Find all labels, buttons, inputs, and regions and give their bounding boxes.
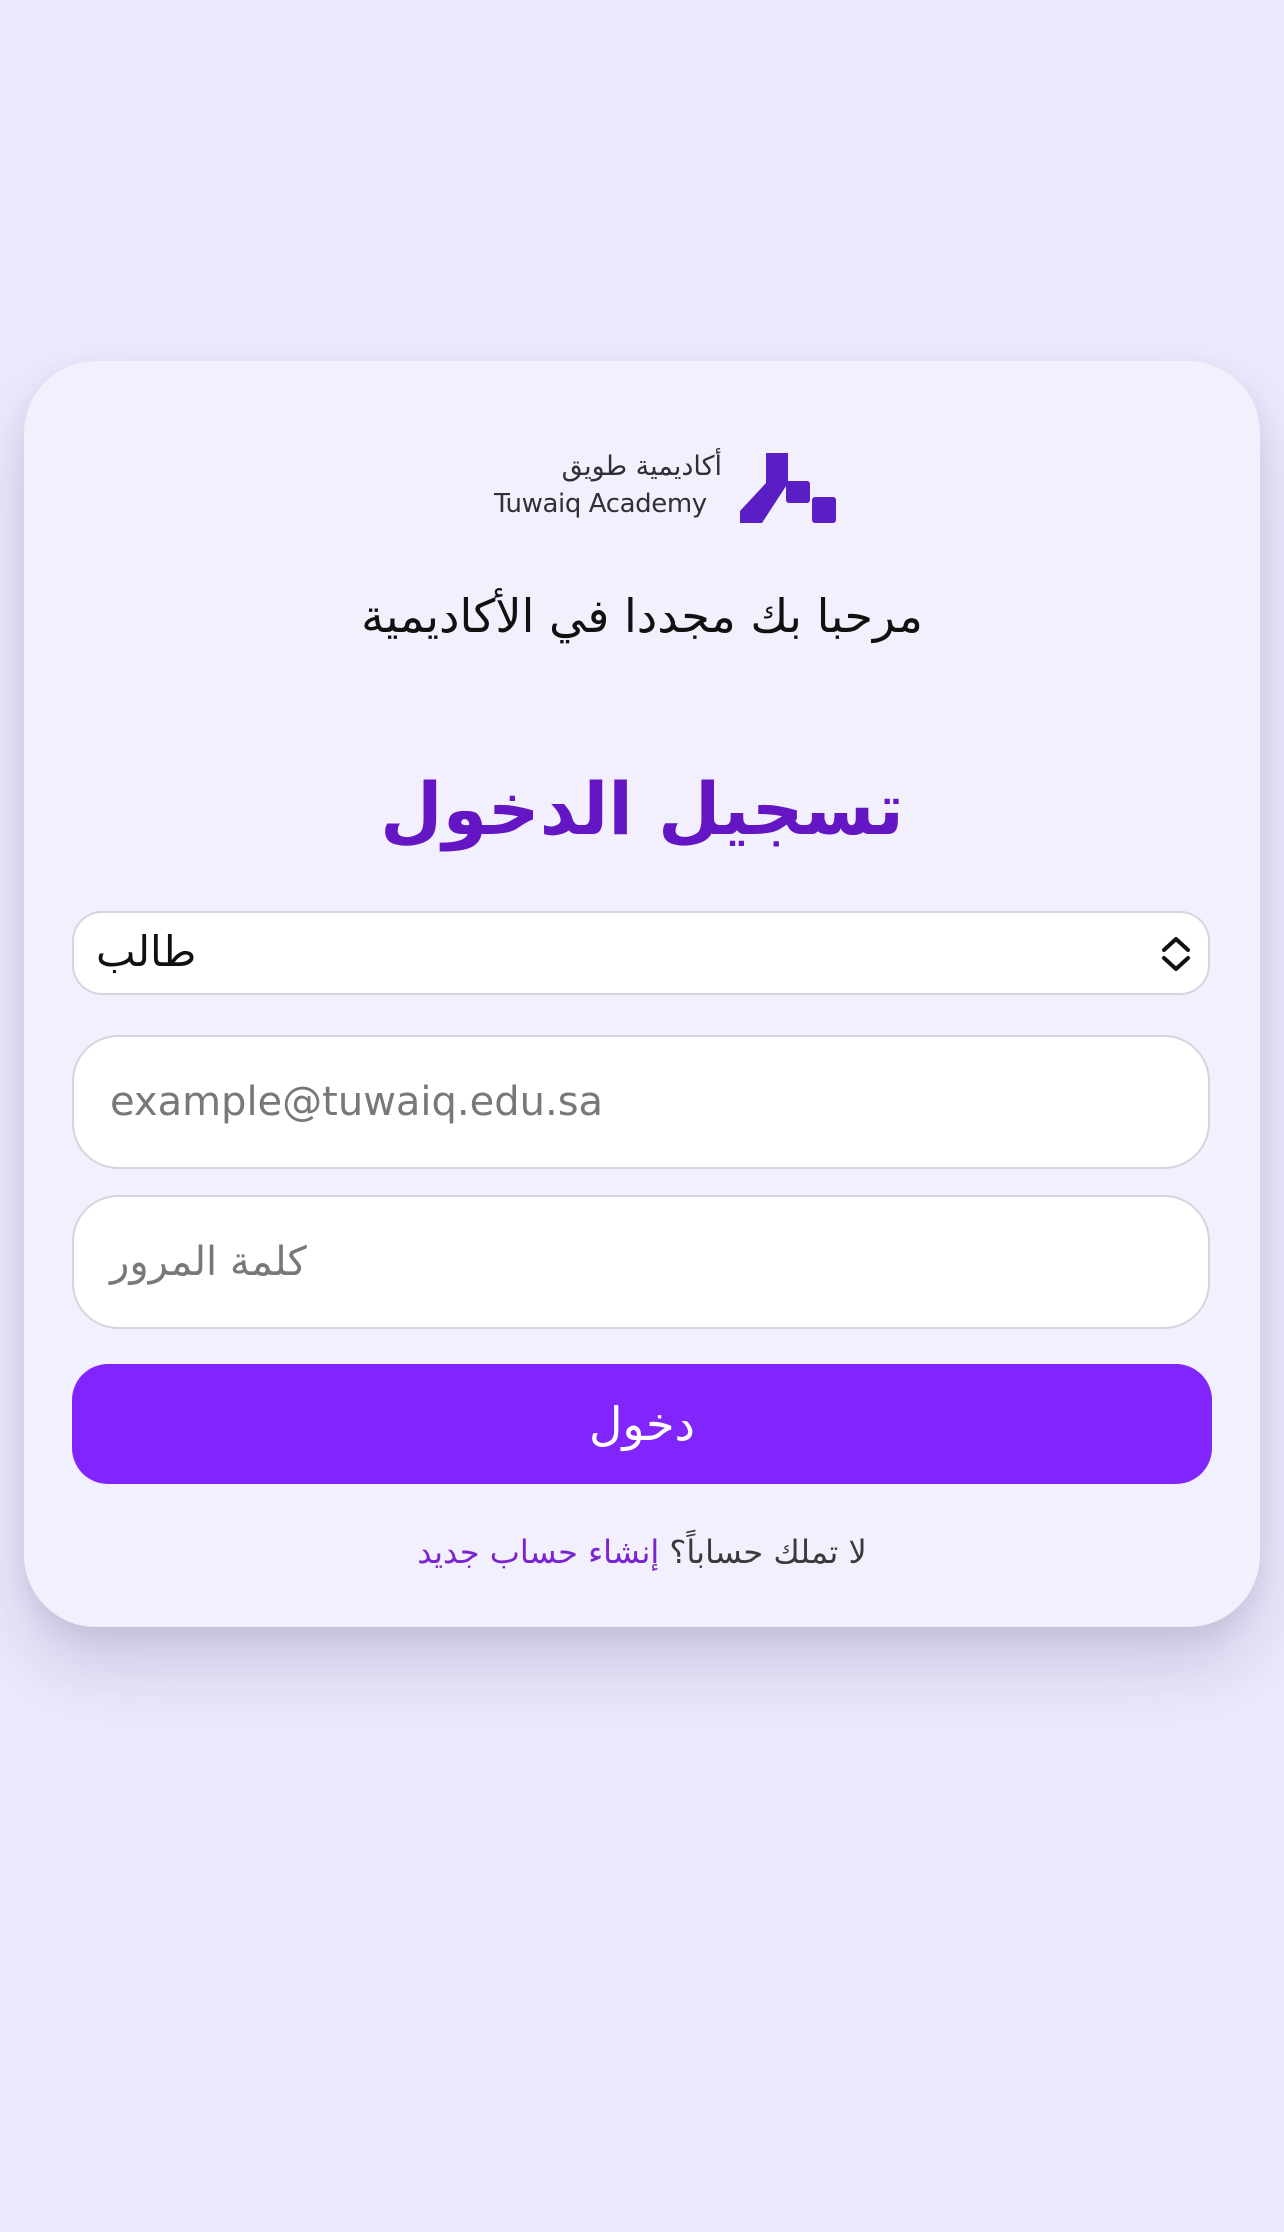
role-select[interactable]: طالب	[72, 911, 1210, 995]
login-button[interactable]: دخول	[72, 1364, 1212, 1484]
welcome-text: مرحبا بك مجددا في الأكاديمية	[361, 589, 923, 643]
role-select-value: طالب	[96, 927, 197, 976]
password-field[interactable]: كلمة المرور	[72, 1195, 1210, 1329]
password-placeholder: كلمة المرور	[110, 1239, 307, 1285]
signup-link[interactable]: إنشاء حساب جديد	[417, 1533, 659, 1571]
email-field[interactable]: example@tuwaiq.edu.sa	[72, 1035, 1210, 1169]
email-placeholder: example@tuwaiq.edu.sa	[110, 1079, 604, 1125]
tuwaiq-academy-logo: أكاديمية طويق Tuwaiq Academy	[492, 451, 838, 533]
tuwaiq-mark-icon	[740, 453, 836, 523]
login-title: تسجيل الدخول	[380, 767, 904, 851]
chevron-up-down-icon	[1162, 937, 1190, 971]
signup-prompt-row: لا تملك حساباً؟ إنشاء حساب جديد	[24, 1533, 1260, 1571]
logo-text-arabic: أكاديمية طويق	[561, 451, 722, 482]
logo-text-english: Tuwaiq Academy	[494, 489, 707, 519]
login-card: أكاديمية طويق Tuwaiq Academy مرحبا بك مج…	[24, 361, 1260, 1627]
signup-prompt: لا تملك حساباً؟	[669, 1533, 867, 1571]
